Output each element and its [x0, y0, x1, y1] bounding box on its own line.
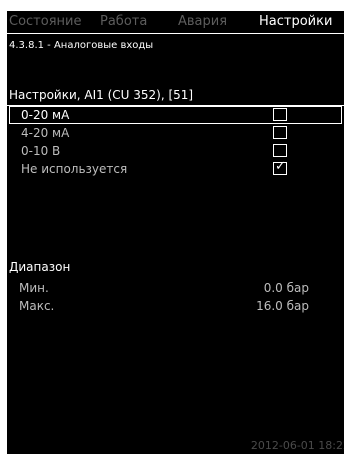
option-label: 4-20 мА — [21, 126, 70, 140]
option-label: 0-20 мА — [21, 108, 70, 122]
range-max-row[interactable]: Макс. 16.0 бар — [19, 299, 309, 315]
range-min-value: 0.0 бар — [263, 281, 309, 295]
option-0-10v[interactable]: 0-10 В — [9, 142, 342, 160]
tab-alarm[interactable]: Авария — [178, 14, 227, 30]
tab-bar: Состояние Работа Авария Настройки — [7, 11, 344, 33]
range-min-row[interactable]: Мин. 0.0 бар — [19, 281, 309, 297]
tab-status[interactable]: Состояние — [9, 14, 81, 30]
option-not-used-checkbox[interactable]: ✓ — [273, 159, 287, 175]
range-max-label: Макс. — [19, 299, 55, 313]
option-0-20ma[interactable]: 0-20 мА — [9, 106, 342, 124]
timestamp: 2012-06-01 18:22 — [250, 439, 344, 452]
tab-divider — [7, 33, 344, 34]
tab-operation[interactable]: Работа — [100, 14, 147, 30]
range-max-value: 16.0 бар — [256, 299, 309, 313]
option-not-used[interactable]: Не используется ✓ — [9, 160, 342, 178]
option-4-20ma[interactable]: 4-20 мА — [9, 124, 342, 142]
option-0-20ma-checkbox[interactable] — [273, 108, 287, 121]
option-label: 0-10 В — [21, 144, 61, 158]
option-0-10v-checkbox[interactable] — [273, 144, 287, 157]
breadcrumb: 4.3.8.1 - Аналоговые входы — [9, 40, 154, 51]
controller-screen: Состояние Работа Авария Настройки 4.3.8.… — [7, 11, 344, 454]
range-title: Диапазон — [9, 260, 71, 274]
tab-settings[interactable]: Настройки — [259, 14, 332, 30]
option-label: Не используется — [21, 162, 128, 176]
checkmark-icon: ✓ — [275, 159, 286, 174]
range-min-label: Мин. — [19, 281, 49, 295]
option-4-20ma-checkbox[interactable] — [273, 126, 287, 139]
settings-title: Настройки, AI1 (CU 352), [51] — [9, 88, 194, 102]
